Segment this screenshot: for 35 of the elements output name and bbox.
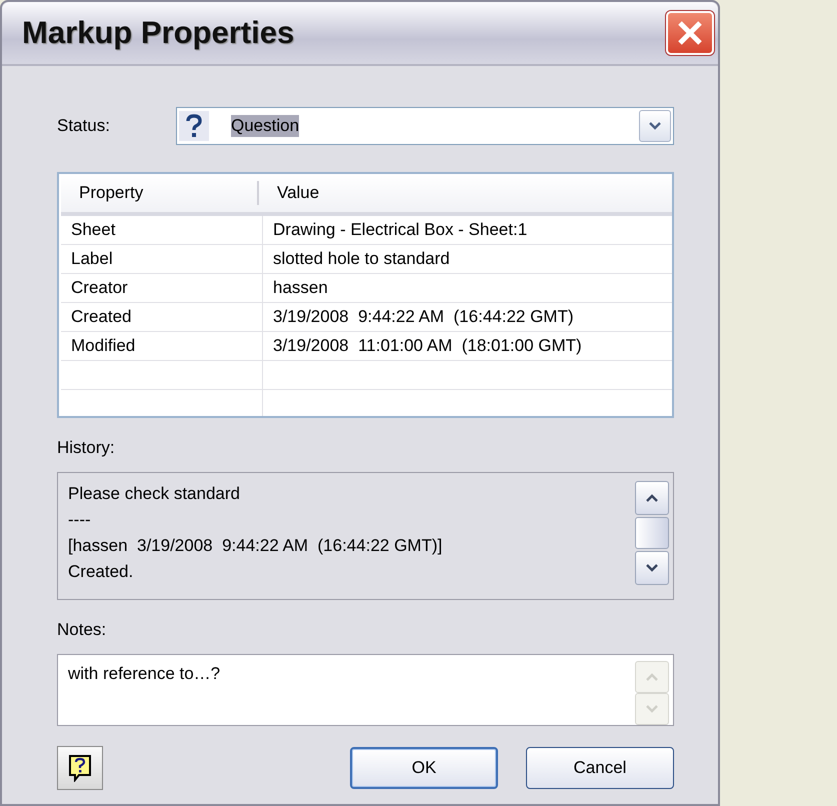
- property-name-cell: Creator: [61, 274, 263, 302]
- property-value-cell-text: 3/19/2008 9:44:22 AM (16:44:22 GMT): [272, 306, 574, 328]
- property-value-cell-text: slotted hole to standard: [272, 248, 450, 270]
- ok-button[interactable]: OK: [350, 747, 498, 789]
- window-title: Markup Properties: [22, 15, 294, 51]
- column-header[interactable]: Value: [259, 183, 320, 203]
- dropdown-button[interactable]: [639, 110, 671, 142]
- property-name-cell: Label: [61, 245, 263, 273]
- notes-text: with reference to…?: [68, 663, 222, 685]
- property-value-cell-text: 3/19/2008 11:01:00 AM (18:01:00 GMT): [272, 335, 582, 357]
- scroll-down-button[interactable]: [635, 551, 669, 585]
- history-line: Please check standard: [68, 483, 241, 505]
- notes-label: Notes:: [57, 620, 108, 641]
- scroll-up-button[interactable]: [635, 481, 669, 515]
- property-value-cell-text: hassen: [272, 277, 328, 299]
- status-value: Question: [231, 115, 300, 137]
- property-name-cell: Sheet: [61, 216, 263, 244]
- property-value-cell-text: Drawing - Electrical Box - Sheet:1: [272, 219, 528, 241]
- scroll-thumb[interactable]: [635, 517, 669, 549]
- history-line: Created.: [68, 561, 134, 583]
- history-label: History:: [57, 438, 116, 459]
- close-button[interactable]: [666, 11, 714, 55]
- history-line: [hassen 3/19/2008 9:44:22 AM (16:44:22 GMT)]: [68, 535, 444, 557]
- close-icon: [677, 20, 703, 46]
- help-button[interactable]: [57, 746, 103, 790]
- cancel-button[interactable]: Cancel: [526, 747, 674, 789]
- column-header[interactable]: Property: [61, 181, 259, 205]
- history-line: ----: [68, 509, 92, 531]
- help-icon: [67, 754, 93, 782]
- question-mark-icon: [179, 111, 209, 141]
- caret-icon: [649, 122, 661, 130]
- status-label: Status:: [57, 116, 111, 136]
- property-name-cell: Created: [61, 303, 263, 331]
- property-name-cell: Modified: [61, 332, 263, 360]
- status-dropdown[interactable]: Question: [176, 107, 674, 145]
